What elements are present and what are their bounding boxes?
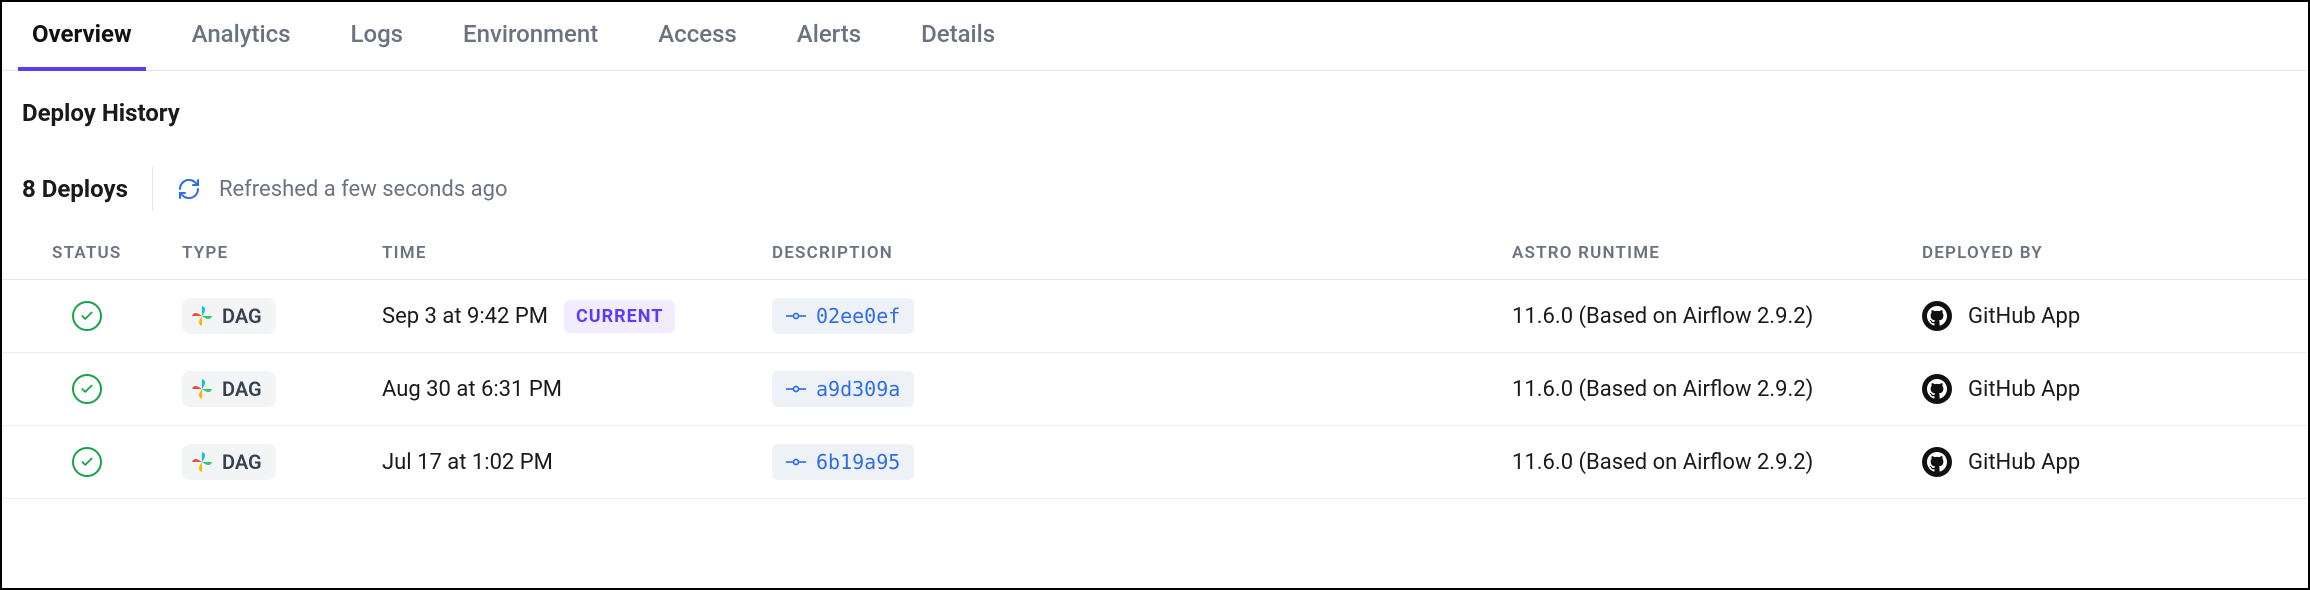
airflow-icon	[190, 377, 214, 401]
commit-chip[interactable]: 6b19a95	[772, 444, 914, 480]
col-header-deployed-by: DEPLOYED BY	[1902, 233, 2308, 280]
tab-details[interactable]: Details	[921, 20, 995, 70]
type-chip: DAG	[182, 298, 276, 334]
commit-hash: a9d309a	[816, 377, 900, 401]
type-label: DAG	[222, 450, 262, 474]
refresh-icon[interactable]	[177, 177, 201, 201]
git-commit-icon	[786, 452, 806, 472]
tab-environment[interactable]: Environment	[463, 20, 598, 70]
subheader: 8 Deploys Refreshed a few seconds ago	[2, 137, 2308, 233]
table-row[interactable]: DAG Jul 17 at 1:02 PM 6b19a95 11.6.0 (Ba…	[2, 426, 2308, 499]
commit-chip[interactable]: a9d309a	[772, 371, 914, 407]
deployed-by-text: GitHub App	[1968, 304, 2080, 329]
commit-hash: 02ee0ef	[816, 304, 900, 328]
time-text: Sep 3 at 9:42 PM	[382, 304, 548, 329]
col-header-runtime: ASTRO RUNTIME	[1492, 233, 1902, 280]
time-text: Aug 30 at 6:31 PM	[382, 377, 562, 402]
section-title: Deploy History	[2, 71, 2308, 137]
tab-alerts[interactable]: Alerts	[797, 20, 861, 70]
current-badge: CURRENT	[564, 300, 675, 333]
tab-analytics[interactable]: Analytics	[192, 20, 291, 70]
runtime-text: 11.6.0 (Based on Airflow 2.9.2)	[1492, 280, 1902, 353]
tab-access[interactable]: Access	[658, 20, 737, 70]
status-success-icon	[72, 301, 102, 331]
table-row[interactable]: DAG Sep 3 at 9:42 PM CURRENT 02ee0ef 11.…	[2, 280, 2308, 353]
type-label: DAG	[222, 377, 262, 401]
type-chip: DAG	[182, 371, 276, 407]
github-icon	[1922, 374, 1952, 404]
deployed-by-text: GitHub App	[1968, 377, 2080, 402]
divider	[152, 167, 153, 211]
refresh-text: Refreshed a few seconds ago	[219, 177, 508, 202]
type-label: DAG	[222, 304, 262, 328]
col-header-status: STATUS	[2, 233, 162, 280]
commit-chip[interactable]: 02ee0ef	[772, 298, 914, 334]
github-icon	[1922, 447, 1952, 477]
table-row[interactable]: DAG Aug 30 at 6:31 PM a9d309a 11.6.0 (Ba…	[2, 353, 2308, 426]
status-success-icon	[72, 447, 102, 477]
tab-overview[interactable]: Overview	[32, 20, 132, 70]
deploy-table: STATUS TYPE TIME DESCRIPTION ASTRO RUNTI…	[2, 233, 2308, 499]
runtime-text: 11.6.0 (Based on Airflow 2.9.2)	[1492, 426, 1902, 499]
tab-bar: Overview Analytics Logs Environment Acce…	[2, 2, 2308, 71]
deploy-count: 8 Deploys	[22, 175, 128, 203]
git-commit-icon	[786, 379, 806, 399]
deployed-by-text: GitHub App	[1968, 450, 2080, 475]
runtime-text: 11.6.0 (Based on Airflow 2.9.2)	[1492, 353, 1902, 426]
type-chip: DAG	[182, 444, 276, 480]
commit-hash: 6b19a95	[816, 450, 900, 474]
status-success-icon	[72, 374, 102, 404]
airflow-icon	[190, 304, 214, 328]
tab-logs[interactable]: Logs	[350, 20, 403, 70]
col-header-time: TIME	[362, 233, 752, 280]
time-text: Jul 17 at 1:02 PM	[382, 450, 553, 475]
github-icon	[1922, 301, 1952, 331]
refresh-status: Refreshed a few seconds ago	[177, 177, 508, 202]
airflow-icon	[190, 450, 214, 474]
col-header-description: DESCRIPTION	[752, 233, 1492, 280]
col-header-type: TYPE	[162, 233, 362, 280]
git-commit-icon	[786, 306, 806, 326]
